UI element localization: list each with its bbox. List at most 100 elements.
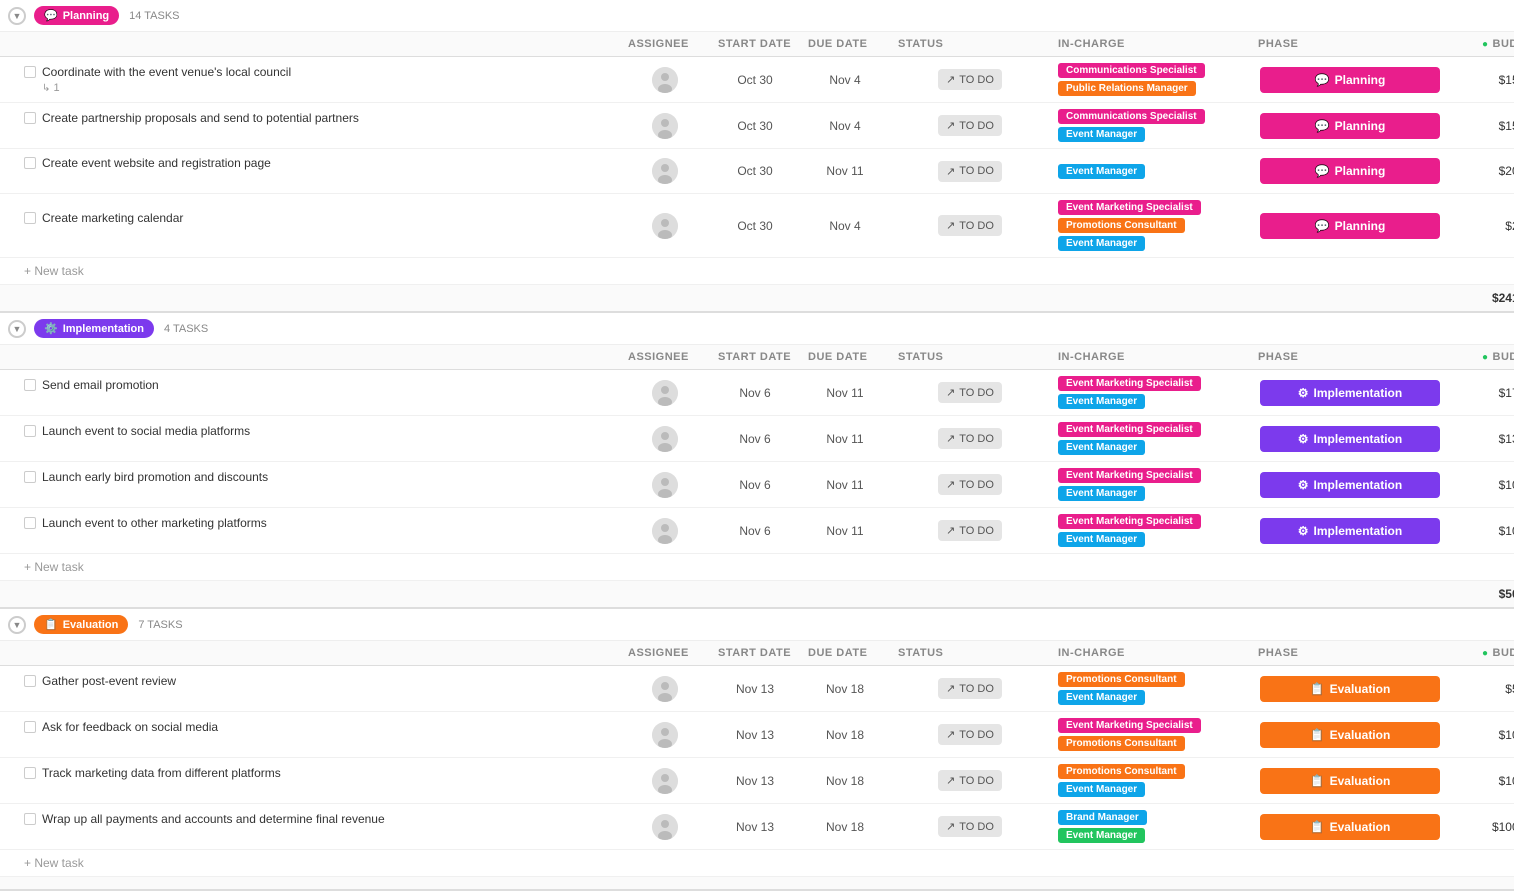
task-checkbox[interactable] <box>24 813 36 825</box>
status-cell[interactable]: ↗ TO DO <box>890 104 1050 148</box>
incharge-tag: Event Manager <box>1058 486 1145 501</box>
table-row: Send email promotion Nov 6 Nov 11 ↗ TO D… <box>0 370 1514 416</box>
task-checkbox[interactable] <box>24 379 36 391</box>
col-headers-evaluation: ASSIGNEE START DATE DUE DATE STATUS IN-C… <box>0 641 1514 666</box>
phase-cell[interactable]: 📋 Evaluation <box>1250 759 1450 803</box>
section-icon-evaluation: 📋 <box>44 618 58 631</box>
task-checkbox[interactable] <box>24 471 36 483</box>
phase-cell[interactable]: ⚙ Implementation <box>1250 509 1450 553</box>
task-name-cell: Send email promotion <box>0 371 620 415</box>
phase-cell[interactable]: 📋 Evaluation <box>1250 805 1450 849</box>
task-checkbox[interactable] <box>24 767 36 779</box>
assignee-cell <box>620 58 710 102</box>
task-checkbox[interactable] <box>24 517 36 529</box>
todo-arrow-icon: ↗ <box>946 478 955 491</box>
incharge-cell: Communications SpecialistEvent Manager <box>1050 103 1250 148</box>
task-checkbox[interactable] <box>24 112 36 124</box>
col-phase-planning: PHASE <box>1250 32 1450 56</box>
phase-icon: 💬 <box>1315 219 1330 233</box>
phase-cell[interactable]: 📋 Evaluation <box>1250 713 1450 757</box>
due-date-cell: Nov 4 <box>800 204 890 248</box>
start-date-cell: Oct 30 <box>710 104 800 148</box>
assignee-cell <box>620 759 710 803</box>
collapse-btn-implementation[interactable]: ▼ <box>8 320 26 338</box>
status-cell[interactable]: ↗ TO DO <box>890 509 1050 553</box>
new-task-row-planning[interactable]: + New task <box>0 258 1514 285</box>
status-cell[interactable]: ↗ TO DO <box>890 204 1050 248</box>
task-name-cell: Launch event to other marketing platform… <box>0 509 620 553</box>
incharge-tag: Promotions Consultant <box>1058 764 1185 779</box>
start-date-cell: Nov 13 <box>710 713 800 757</box>
task-name-cell: Create marketing calendar <box>0 204 620 248</box>
new-task-row-implementation[interactable]: + New task <box>0 554 1514 581</box>
new-task-row-evaluation[interactable]: + New task <box>0 850 1514 877</box>
totals-status <box>890 285 1050 311</box>
col-status-planning: STATUS <box>890 32 1050 56</box>
phase-cell[interactable]: 💬 Planning <box>1250 58 1450 102</box>
task-name: Wrap up all payments and accounts and de… <box>42 811 385 828</box>
due-date-cell: Nov 11 <box>800 463 890 507</box>
phase-badge: 📋 Evaluation <box>1260 722 1440 748</box>
col-duedate-implementation: DUE DATE <box>800 345 890 369</box>
task-checkbox[interactable] <box>24 212 36 224</box>
avatar <box>652 722 678 748</box>
assignee-cell <box>620 463 710 507</box>
task-checkbox[interactable] <box>24 66 36 78</box>
phase-icon: 💬 <box>1315 164 1330 178</box>
phase-cell[interactable]: ⚙ Implementation <box>1250 417 1450 461</box>
phase-icon: 💬 <box>1315 73 1330 87</box>
status-cell[interactable]: ↗ TO DO <box>890 149 1050 193</box>
status-cell[interactable]: ↗ TO DO <box>890 759 1050 803</box>
table-row: Ask for feedback on social media Nov 13 … <box>0 712 1514 758</box>
start-date-cell: Oct 30 <box>710 149 800 193</box>
status-cell[interactable]: ↗ TO DO <box>890 58 1050 102</box>
avatar <box>652 213 678 239</box>
phase-badge: ⚙ Implementation <box>1260 472 1440 498</box>
status-cell[interactable]: ↗ TO DO <box>890 417 1050 461</box>
totals-budget <box>1450 877 1514 889</box>
status-cell[interactable]: ↗ TO DO <box>890 463 1050 507</box>
start-date-cell: Nov 13 <box>710 759 800 803</box>
incharge-tag: Event Marketing Specialist <box>1058 422 1201 437</box>
avatar <box>652 158 678 184</box>
assignee-cell <box>620 417 710 461</box>
incharge-tag: Public Relations Manager <box>1058 81 1196 96</box>
totals-task <box>0 285 620 311</box>
main-table: ▼ 💬 Planning 14 TASKS ASSIGNEE START DAT… <box>0 0 1514 891</box>
budget-cell: $5,000 <box>1450 667 1514 711</box>
status-badge: ↗ TO DO <box>938 382 1002 403</box>
col-duedate-planning: DUE DATE <box>800 32 890 56</box>
start-date-cell: Nov 6 <box>710 371 800 415</box>
incharge-tag: Communications Specialist <box>1058 63 1205 78</box>
col-task-evaluation <box>0 641 620 665</box>
phase-cell[interactable]: 💬 Planning <box>1250 149 1450 193</box>
phase-icon: 📋 <box>1310 728 1325 742</box>
phase-cell[interactable]: 📋 Evaluation <box>1250 667 1450 711</box>
incharge-cell: Event Marketing SpecialistEvent Manager <box>1050 370 1250 415</box>
section-icon-implementation: ⚙️ <box>44 322 58 335</box>
totals-startdate <box>710 581 800 607</box>
status-cell[interactable]: ↗ TO DO <box>890 805 1050 849</box>
phase-cell[interactable]: ⚙ Implementation <box>1250 371 1450 415</box>
phase-cell[interactable]: 💬 Planning <box>1250 104 1450 148</box>
task-name: Coordinate with the event venue's local … <box>42 64 291 81</box>
task-checkbox[interactable] <box>24 675 36 687</box>
totals-budget: $50,000 <box>1450 581 1514 607</box>
collapse-btn-planning[interactable]: ▼ <box>8 7 26 25</box>
phase-cell[interactable]: ⚙ Implementation <box>1250 463 1450 507</box>
collapse-btn-evaluation[interactable]: ▼ <box>8 616 26 634</box>
status-cell[interactable]: ↗ TO DO <box>890 713 1050 757</box>
phase-cell[interactable]: 💬 Planning <box>1250 204 1450 248</box>
avatar <box>652 426 678 452</box>
status-badge: ↗ TO DO <box>938 770 1002 791</box>
col-status-implementation: STATUS <box>890 345 1050 369</box>
task-checkbox[interactable] <box>24 721 36 733</box>
totals-incharge <box>1050 581 1250 607</box>
assignee-cell <box>620 667 710 711</box>
status-cell[interactable]: ↗ TO DO <box>890 667 1050 711</box>
assignee-cell <box>620 805 710 849</box>
task-checkbox[interactable] <box>24 157 36 169</box>
status-cell[interactable]: ↗ TO DO <box>890 371 1050 415</box>
task-checkbox[interactable] <box>24 425 36 437</box>
task-name: Launch event to other marketing platform… <box>42 515 267 532</box>
